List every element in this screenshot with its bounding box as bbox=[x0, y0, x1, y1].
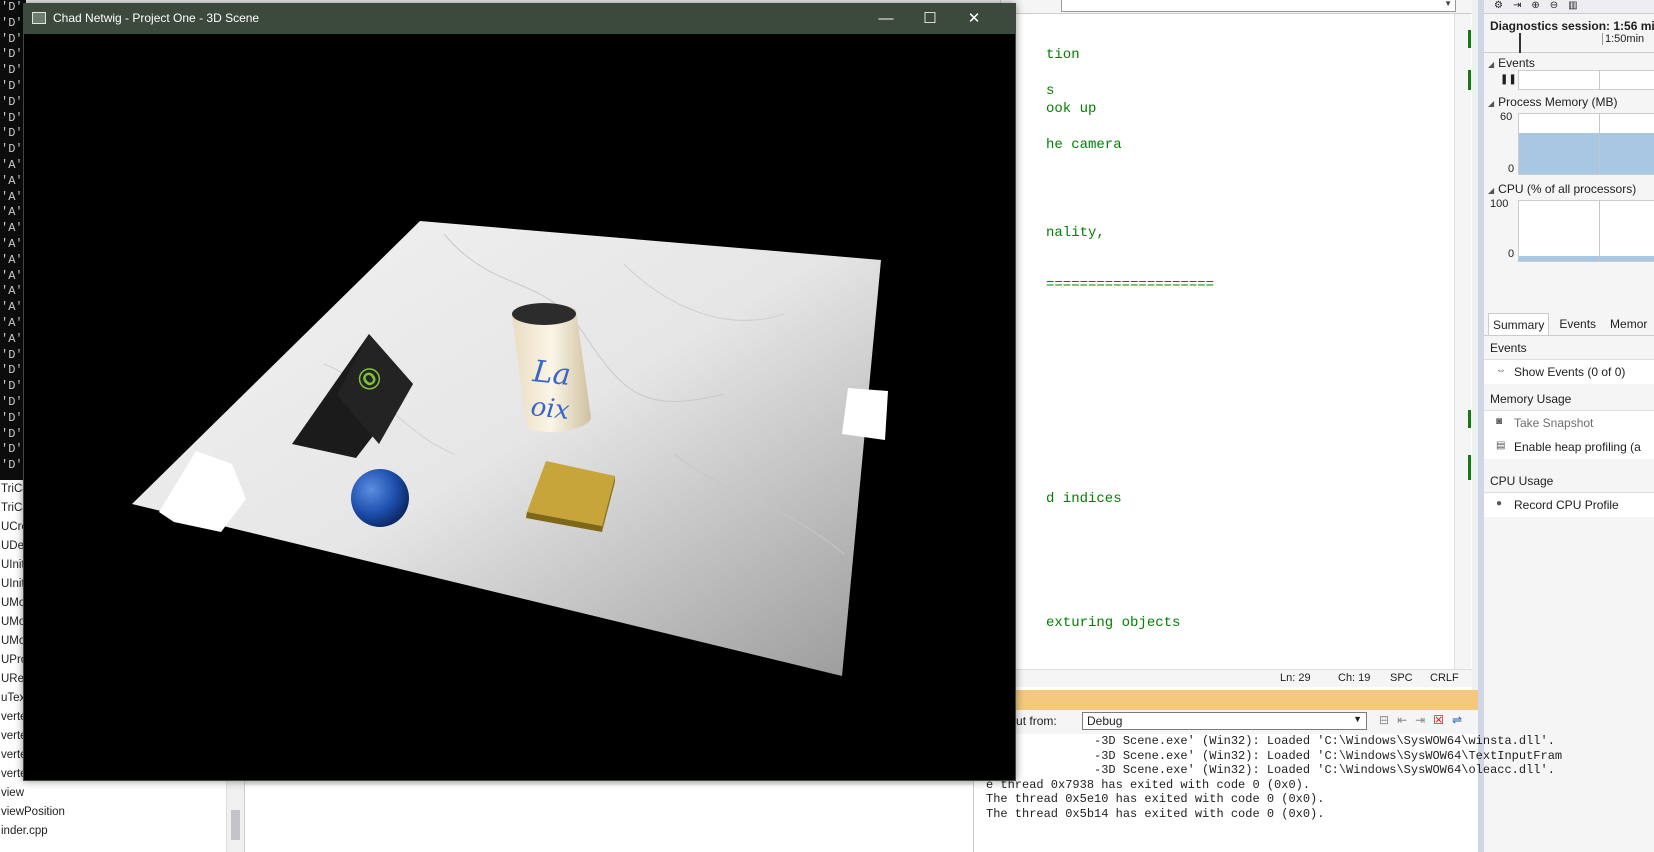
memory-ymax: 60 bbox=[1500, 111, 1513, 123]
record-icon: ● bbox=[1496, 498, 1503, 509]
status-col: Ch: 19 bbox=[1338, 672, 1371, 684]
status-mode: SPC bbox=[1390, 672, 1413, 684]
group-header: Memory Usage bbox=[1484, 388, 1654, 411]
window-titlebar[interactable]: Chad Netwig - Project One - 3D Scene — ☐… bbox=[24, 4, 1015, 34]
prev-icon[interactable]: ⇤ bbox=[1397, 713, 1407, 727]
chevron-down-icon: ▼ bbox=[1444, 0, 1452, 8]
memory-ymin: 0 bbox=[1508, 163, 1515, 175]
chart-icon[interactable]: ▥ bbox=[1568, 0, 1577, 13]
change-marker bbox=[1468, 455, 1471, 480]
code-line: tion bbox=[1046, 47, 1080, 63]
events-group: Events ⇔ Show Events (0 of 0) bbox=[1484, 337, 1654, 384]
code-line: nality, bbox=[1046, 225, 1105, 241]
app-icon bbox=[32, 12, 46, 24]
collapse-triangle-icon: ◢ bbox=[1488, 60, 1495, 69]
next-icon[interactable]: ⇥ bbox=[1415, 713, 1425, 727]
solution-item[interactable]: viewPosition bbox=[0, 803, 225, 822]
status-line: Ln: 29 bbox=[1280, 672, 1311, 684]
events-section-header[interactable]: ◢ Events bbox=[1484, 53, 1654, 70]
member-dropdown[interactable]: ▼ bbox=[1061, 0, 1456, 12]
cpu-graph bbox=[1518, 200, 1654, 262]
output-text[interactable]: -3D Scene.exe' (Win32): Loaded 'C:\Windo… bbox=[974, 734, 1563, 852]
show-events-link[interactable]: ⇔ Show Events (0 of 0) bbox=[1484, 360, 1654, 384]
3d-viewport[interactable]: Ⓞ La oix bbox=[24, 34, 1015, 780]
marble-floor-plane bbox=[132, 221, 881, 676]
camera-icon: ◙ bbox=[1496, 416, 1503, 427]
scrollbar-thumb[interactable] bbox=[231, 810, 240, 840]
blue-sphere bbox=[351, 469, 409, 527]
word-wrap-icon[interactable]: ⇌ bbox=[1452, 713, 1462, 727]
window-title: Chad Netwig - Project One - 3D Scene bbox=[53, 11, 260, 25]
tab-events[interactable]: Events bbox=[1555, 313, 1600, 335]
heap-profiling-toggle[interactable]: ▤ Enable heap profiling (a bbox=[1484, 435, 1654, 459]
editor-status-bar: Ln: 29 Ch: 19 SPC CRLF bbox=[1000, 669, 1472, 687]
editor-scrollbar[interactable] bbox=[1454, 14, 1471, 669]
link-icon: ⇔ bbox=[1496, 365, 1506, 376]
output-line: e thread 0x7938 has exited with code 0 (… bbox=[986, 777, 1311, 792]
scene-render: Ⓞ La oix bbox=[132, 221, 888, 676]
code-line: ==================== bbox=[1046, 277, 1215, 293]
timeline-ruler[interactable]: 1:50min bbox=[1484, 33, 1654, 53]
output-line: -3D Scene.exe' (Win32): Loaded 'C:\Windo… bbox=[986, 748, 1563, 763]
diagnostics-tabs: Summary Events Memor bbox=[1484, 313, 1654, 336]
collapse-triangle-icon: ◢ bbox=[1488, 99, 1495, 108]
close-button[interactable]: ✕ bbox=[952, 4, 996, 34]
code-line: d indices bbox=[1046, 491, 1122, 507]
zoom-out-icon[interactable]: ⊖ bbox=[1550, 0, 1558, 13]
code-line: ook up bbox=[1046, 101, 1097, 117]
clear-all-icon[interactable]: ☒ bbox=[1433, 713, 1444, 727]
heap-icon: ▤ bbox=[1496, 440, 1506, 451]
solution-item[interactable]: view bbox=[0, 784, 225, 803]
output-panel: utput ow output from: ▼Debug ⊟ ⇤ ⇥ ☒ ⇌ -… bbox=[973, 690, 1563, 852]
maximize-button[interactable]: ☐ bbox=[908, 4, 952, 34]
can-label-croix: oix bbox=[529, 392, 571, 426]
memory-graph bbox=[1518, 113, 1654, 175]
minimize-button[interactable]: — bbox=[864, 4, 908, 34]
record-cpu-button[interactable]: ● Record CPU Profile bbox=[1484, 493, 1654, 517]
output-header: utput bbox=[974, 690, 1478, 710]
output-line: The thread 0x5b14 has exited with code 0… bbox=[986, 806, 1325, 821]
can-label-la: La bbox=[530, 354, 572, 393]
memory-group: Memory Usage ◙ Take Snapshot ▤ Enable heap… bbox=[1484, 388, 1654, 459]
gear-icon[interactable]: ⚙ bbox=[1494, 0, 1503, 13]
change-marker bbox=[1468, 70, 1471, 90]
white-square bbox=[842, 388, 888, 440]
output-line: The thread 0x5e10 has exited with code 0… bbox=[986, 792, 1325, 806]
diagnostics-panel: ⚙ ⇥ ⊕ ⊖ ▥ Diagnostics session: 1:56 mi 1… bbox=[1478, 0, 1654, 852]
editor-navigation-bar: ▼ bbox=[1001, 0, 1472, 14]
code-line: he camera bbox=[1046, 137, 1122, 153]
memory-section-header[interactable]: ◢ Process Memory (MB) bbox=[1484, 92, 1654, 109]
group-header: Events bbox=[1484, 337, 1654, 360]
take-snapshot-button[interactable]: ◙ Take Snapshot bbox=[1484, 411, 1654, 435]
export-icon[interactable]: ⇥ bbox=[1513, 0, 1521, 13]
cpu-ymin: 0 bbox=[1508, 248, 1515, 260]
pause-icon[interactable]: ❚❚ bbox=[1500, 74, 1517, 85]
timeline-label: 1:50min bbox=[1602, 33, 1644, 45]
cpu-section-header[interactable]: ◢ CPU (% of all processors) bbox=[1484, 179, 1654, 196]
scene-window[interactable]: Chad Netwig - Project One - 3D Scene — ☐… bbox=[23, 3, 1016, 781]
group-header: CPU Usage bbox=[1484, 470, 1654, 493]
zoom-in-icon[interactable]: ⊕ bbox=[1531, 0, 1539, 13]
collapse-triangle-icon: ◢ bbox=[1488, 186, 1495, 195]
code-line: exturing objects bbox=[1046, 615, 1181, 631]
output-source-select[interactable]: ▼ Debug bbox=[1082, 712, 1367, 730]
session-duration: Diagnostics session: 1:56 mi bbox=[1490, 19, 1654, 33]
cpu-ymax: 100 bbox=[1490, 198, 1509, 210]
change-marker bbox=[1468, 30, 1471, 48]
find-icon[interactable]: ⊟ bbox=[1379, 713, 1389, 727]
output-line: -3D Scene.exe' (Win32): Loaded 'C:\Windo… bbox=[986, 734, 1555, 748]
events-track bbox=[1518, 70, 1654, 90]
chevron-down-icon: ▼ bbox=[1353, 714, 1362, 724]
diagnostics-toolbar: ⚙ ⇥ ⊕ ⊖ ▥ bbox=[1484, 0, 1654, 14]
cpu-group: CPU Usage ● Record CPU Profile bbox=[1484, 470, 1654, 517]
output-line: -3D Scene.exe' (Win32): Loaded 'C:\Windo… bbox=[986, 763, 1555, 777]
code-line: s bbox=[1046, 83, 1055, 99]
solution-item[interactable]: inder.cpp bbox=[0, 822, 225, 841]
output-toolbar: ow output from: ▼Debug ⊟ ⇤ ⇥ ☒ ⇌ bbox=[974, 710, 1478, 734]
tab-memory[interactable]: Memor bbox=[1606, 313, 1651, 335]
change-marker bbox=[1468, 410, 1471, 428]
tab-summary[interactable]: Summary bbox=[1488, 313, 1550, 335]
bottom-pane bbox=[245, 785, 973, 852]
status-eol: CRLF bbox=[1430, 672, 1459, 684]
